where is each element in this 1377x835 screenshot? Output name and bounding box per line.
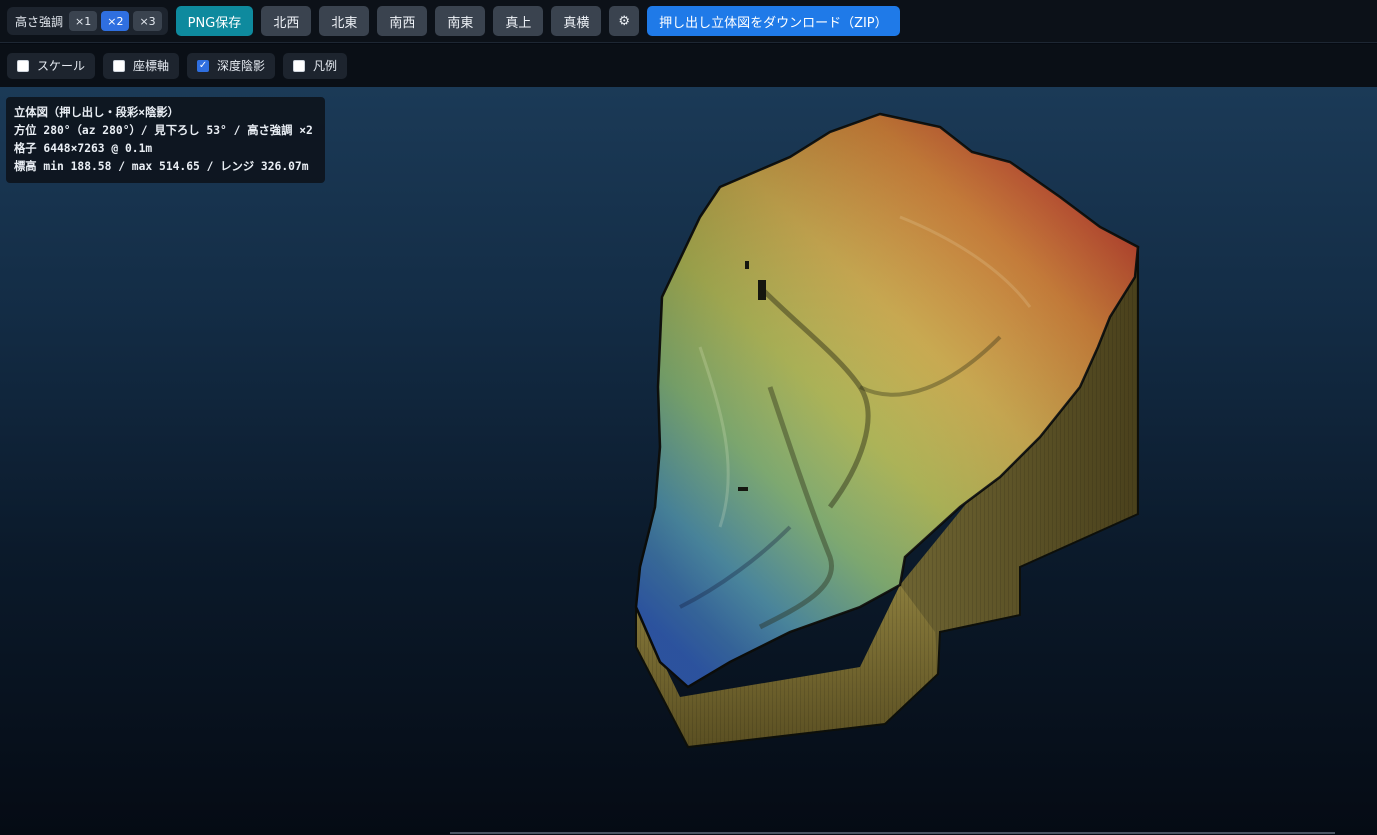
info-elevation: 標高 min 188.58 / max 514.65 / レンジ 326.07m: [14, 160, 309, 173]
legend-toggle[interactable]: 凡例: [283, 52, 348, 79]
check-icon: ✓: [198, 59, 208, 71]
info-title: 立体図（押し出し・段彩×陰影）: [14, 106, 179, 119]
3d-viewport[interactable]: 立体図（押し出し・段彩×陰影） 方位 280°（az 280°）/ 見下ろし 5…: [0, 87, 1377, 835]
depth-shading-toggle[interactable]: ✓ 深度陰影: [187, 52, 276, 79]
axes-toggle[interactable]: 座標軸: [103, 52, 180, 79]
view-top-button[interactable]: 真上: [493, 6, 544, 36]
info-panel: 立体図（押し出し・段彩×陰影） 方位 280°（az 280°）/ 見下ろし 5…: [6, 97, 325, 183]
legend-checkbox[interactable]: [293, 59, 306, 72]
depth-shading-checkbox[interactable]: ✓: [197, 59, 210, 72]
exaggeration-x2-button[interactable]: ×2: [101, 11, 130, 31]
view-northwest-button[interactable]: 北西: [261, 6, 312, 36]
depth-shading-label: 深度陰影: [217, 59, 266, 73]
png-save-button[interactable]: PNG保存: [175, 6, 254, 36]
download-zip-button[interactable]: 押し出し立体図をダウンロード（ZIP）: [647, 6, 900, 36]
view-northeast-button[interactable]: 北東: [319, 6, 370, 36]
top-toolbar: 高さ強調 ×1 ×2 ×3 PNG保存 北西 北東 南西 南東 真上 真横 ⚙ …: [0, 0, 1377, 43]
exaggeration-x1-button[interactable]: ×1: [69, 11, 98, 31]
viewport-bottom-divider: [450, 832, 1335, 834]
terrain-top-surface: [634, 112, 1140, 689]
options-bar: スケール 座標軸 ✓ 深度陰影 凡例: [0, 44, 1377, 87]
view-side-button[interactable]: 真横: [551, 6, 602, 36]
axes-label: 座標軸: [133, 59, 170, 73]
axes-checkbox[interactable]: [113, 59, 126, 72]
legend-label: 凡例: [313, 59, 338, 73]
gear-icon: ⚙: [618, 13, 631, 29]
info-azimuth: 方位 280°（az 280°）/ 見下ろし 53° / 高さ強調 ×2: [14, 124, 313, 137]
scale-toggle[interactable]: スケール: [7, 52, 96, 79]
view-southeast-button[interactable]: 南東: [435, 6, 486, 36]
settings-button[interactable]: ⚙: [609, 6, 640, 36]
exaggeration-x3-button[interactable]: ×3: [133, 11, 162, 31]
terrain-3d-model[interactable]: [0, 87, 1377, 835]
info-grid: 格子 6448×7263 @ 0.1m: [14, 142, 153, 155]
scale-checkbox[interactable]: [17, 59, 29, 72]
view-southwest-button[interactable]: 南西: [377, 6, 428, 36]
scale-label: スケール: [37, 59, 86, 73]
height-exaggeration-group: 高さ強調 ×1 ×2 ×3: [7, 7, 168, 35]
height-exaggeration-label: 高さ強調: [15, 14, 64, 29]
